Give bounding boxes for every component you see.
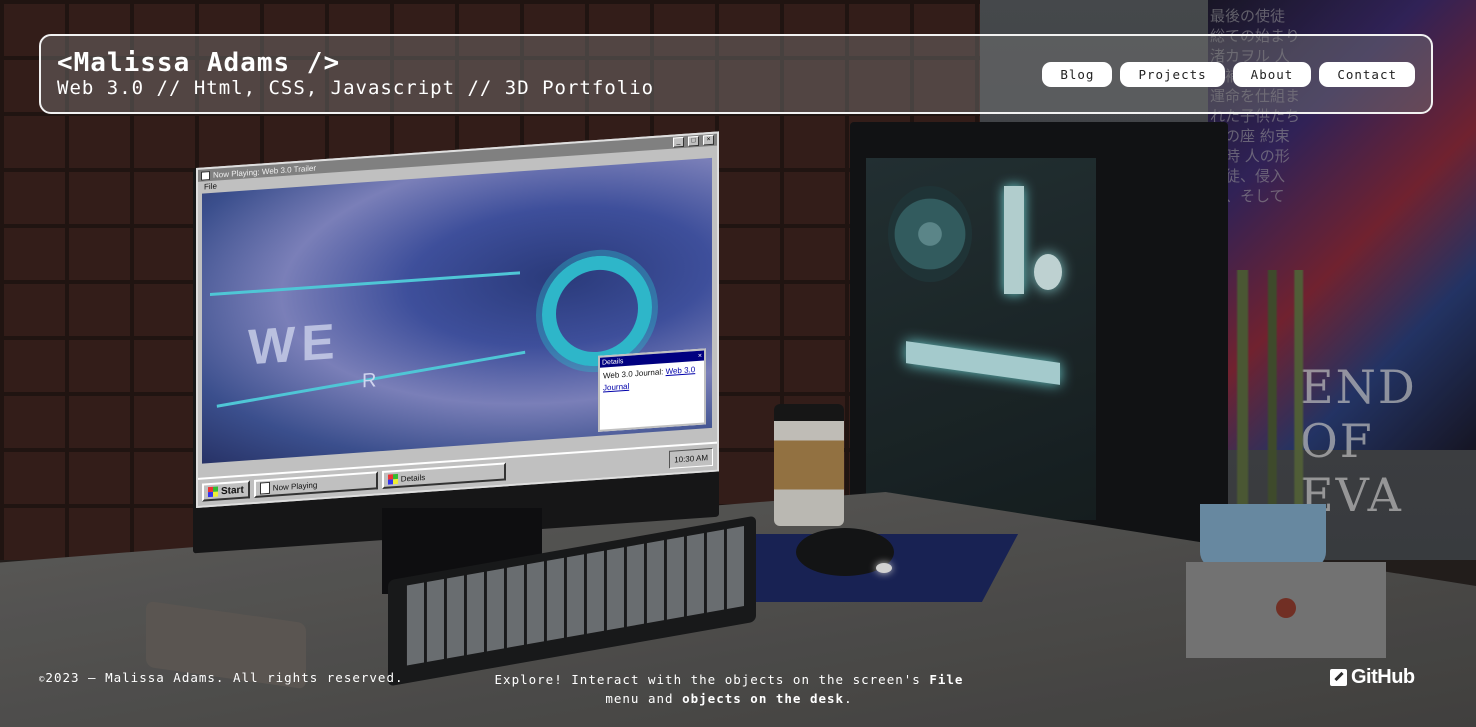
copyright-text: 2023 — Malissa Adams. All rights reserve… xyxy=(45,670,404,685)
github-link[interactable]: GitHub xyxy=(1330,666,1415,689)
nav-blog-button[interactable]: Blog xyxy=(1042,61,1113,87)
taskbar-item-now-playing[interactable]: Now Playing xyxy=(253,471,378,498)
nav-about-button[interactable]: About xyxy=(1232,61,1312,87)
explore-hint: Explore! Interact with the objects on th… xyxy=(487,670,971,708)
windows-logo-icon xyxy=(387,473,398,485)
github-icon xyxy=(1330,669,1347,686)
taskbar-item-details[interactable]: Details xyxy=(381,462,506,490)
github-label: GitHub xyxy=(1351,666,1415,688)
taskbar-item-label: Details xyxy=(400,472,426,484)
details-close-button[interactable]: × xyxy=(698,352,702,359)
maximize-button[interactable]: □ xyxy=(688,135,699,147)
file-menu[interactable]: File xyxy=(204,181,217,191)
details-title: Details xyxy=(602,357,624,367)
details-text: Web 3.0 Journal: xyxy=(603,367,664,381)
nav-projects-button[interactable]: Projects xyxy=(1120,61,1225,87)
hud-line xyxy=(210,271,520,297)
video-text-r: R xyxy=(362,369,377,393)
start-label: Start xyxy=(221,484,244,497)
details-body: Web 3.0 Journal: Web 3.0 Journal xyxy=(600,360,704,397)
hud-ring xyxy=(542,252,652,370)
site-header: <Malissa Adams /> Web 3.0 // Html, CSS, … xyxy=(39,34,1433,114)
video-player[interactable]: WE R Details × Web 3.0 Journal: Web 3.0 … xyxy=(202,157,712,464)
taskbar-item-label: Now Playing xyxy=(272,480,318,493)
close-button[interactable]: × xyxy=(703,134,714,146)
document-icon xyxy=(259,481,270,495)
media-player-icon xyxy=(201,170,210,181)
site-title: <Malissa Adams /> xyxy=(57,48,341,78)
site-subtitle: Web 3.0 // Html, CSS, Javascript // 3D P… xyxy=(57,77,655,99)
hint-file: File xyxy=(929,672,964,687)
computer-screen[interactable]: Now Playing: Web 3.0 Trailer _ □ × File … xyxy=(196,131,719,508)
nav-contact-button[interactable]: Contact xyxy=(1319,61,1415,87)
hint-prefix: Explore! Interact with the objects on th… xyxy=(494,672,930,687)
hint-middle: menu and xyxy=(605,691,683,706)
minimize-button[interactable]: _ xyxy=(673,136,684,148)
hint-suffix: . xyxy=(844,691,853,706)
taskbar-clock: 10:30 AM xyxy=(669,447,713,469)
hint-objects: objects on the desk xyxy=(682,691,845,706)
brand: <Malissa Adams /> Web 3.0 // Html, CSS, … xyxy=(57,49,654,99)
copyright: ©2023 — Malissa Adams. All rights reserv… xyxy=(39,670,404,685)
video-text-we: WE xyxy=(248,312,341,376)
details-window[interactable]: Details × Web 3.0 Journal: Web 3.0 Journ… xyxy=(598,348,706,432)
windows-logo-icon xyxy=(208,486,218,498)
start-button[interactable]: Start xyxy=(202,480,250,502)
main-nav: Blog Projects About Contact xyxy=(1042,61,1415,87)
